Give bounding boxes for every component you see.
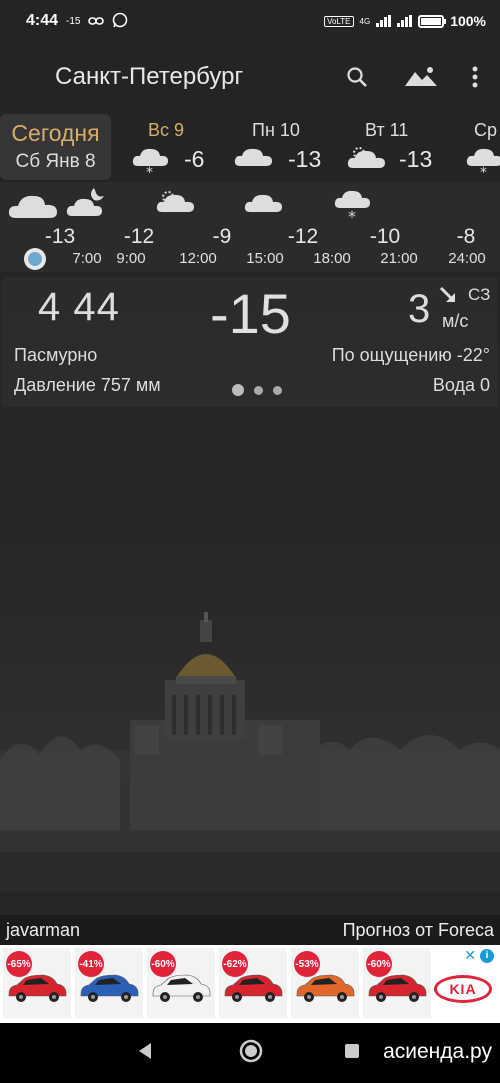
ad-car-card[interactable]: -60% (147, 948, 215, 1018)
ad-banner[interactable]: -65% -41% -60% -62% -53% -60% ✕ i KIA (0, 945, 500, 1023)
credits-bar: javarman Прогноз от Foreca (0, 915, 500, 945)
ad-car-card[interactable]: -65% (3, 948, 71, 1018)
daily-forecast-tabs: Сегодня Сб Янв 8 Вс 9 * -6 Пн 10 -13 Вт … (0, 114, 500, 184)
home-icon[interactable] (239, 1039, 263, 1068)
hour-time: 12:00 (179, 250, 217, 267)
landscape-icon[interactable] (396, 52, 446, 102)
day-tab-sun[interactable]: Вс 9 * -6 (120, 114, 220, 183)
status-temp: -15 (66, 15, 81, 27)
whatsapp-icon (112, 12, 128, 31)
search-icon[interactable] (332, 52, 382, 102)
day-tab-wed[interactable]: Ср * (460, 114, 500, 183)
car-image (224, 974, 283, 1002)
hour-temp: -10 (369, 225, 401, 248)
hour-time: 24:00 (448, 250, 486, 267)
photo-author[interactable]: javarman (6, 920, 80, 941)
day-tab-mon[interactable]: Пн 10 -13 (232, 114, 332, 180)
city-title[interactable]: Санкт-Петербург (55, 63, 243, 91)
ad-car-card[interactable]: -53% (291, 948, 359, 1018)
day-temp: -13 (288, 146, 322, 172)
current-time: 4 44 (38, 285, 120, 329)
battery-icon (418, 14, 447, 28)
day-tab-tue[interactable]: Вт 11 -13 (345, 114, 445, 180)
more-vert-icon[interactable] (450, 52, 500, 102)
partly-cloudy-icon (156, 188, 196, 221)
hour-temp: -9 (212, 225, 232, 248)
ad-close-icon[interactable]: ✕ (464, 947, 476, 964)
day-tab-today[interactable]: Сегодня Сб Янв 8 (0, 114, 111, 180)
night-cloud-icon (66, 186, 110, 225)
status-time: 4:44 (26, 12, 59, 29)
brand-logo: KIA (434, 975, 492, 1003)
current-conditions[interactable]: 4 44 -15 3 СЗ м/с Пасмурно По ощущению -… (2, 277, 498, 407)
hourly-forecast[interactable]: * -13 -12 -9 -12 -10 -8 7:00 9:00 12:00 … (0, 182, 500, 272)
day-name: Сегодня (11, 120, 100, 146)
page-dot-active (232, 384, 244, 396)
day-date: Сб Янв 8 (15, 151, 96, 172)
back-icon[interactable] (136, 1041, 154, 1066)
current-time-marker (24, 248, 46, 270)
water-temp: Вода 0 (432, 375, 490, 395)
battery-percent: 100% (450, 13, 486, 29)
recents-icon[interactable] (344, 1043, 360, 1064)
hour-time: 21:00 (380, 250, 418, 267)
ad-car-card[interactable]: -62% (219, 948, 287, 1018)
car-image (8, 974, 67, 1002)
wind-direction-icon (438, 285, 458, 310)
svg-text:*: * (146, 165, 153, 178)
partly-cloudy-icon (347, 144, 387, 177)
snow-cloud-icon: * (466, 144, 500, 183)
cloud-icon (8, 190, 60, 227)
condition-text: Пасмурно (14, 345, 98, 365)
link-icon (88, 13, 105, 29)
day-temp: -13 (399, 146, 433, 172)
day-name: Вт 11 (365, 120, 409, 140)
snow-cloud-icon: * (334, 186, 374, 231)
page-dot (273, 385, 282, 395)
ad-car-card[interactable]: -60% (363, 948, 431, 1018)
wind-speed: 3 (408, 287, 431, 331)
app-bar: Санкт-Петербург (0, 46, 500, 108)
snow-cloud-icon: * (132, 144, 170, 183)
svg-text:*: * (348, 207, 356, 226)
cathedral-silhouette (0, 612, 500, 915)
feels-like: По ощущению -22° (331, 345, 490, 365)
day-temp: -6 (184, 146, 205, 172)
car-image (80, 974, 139, 1002)
hour-temp: -8 (456, 225, 476, 248)
hour-time: 15:00 (246, 250, 284, 267)
day-name: Вс 9 (148, 120, 185, 140)
volte-icon: VoLTE (324, 15, 354, 27)
page-indicator (232, 384, 282, 396)
forecast-source[interactable]: Прогноз от Foreca (343, 920, 494, 941)
car-image (368, 974, 427, 1002)
adchoices-icon[interactable]: i (480, 949, 494, 963)
page-dot (254, 385, 263, 395)
car-image (296, 974, 355, 1002)
pressure: Давление 757 мм (14, 375, 161, 395)
hour-time: 7:00 (72, 250, 102, 267)
ad-car-card[interactable]: -41% (75, 948, 143, 1018)
watermark: асиенда.ру (383, 1040, 492, 1063)
wind-direction: СЗ (468, 285, 491, 304)
status-bar: 4:44 -15 VoLTE 4G 100% (0, 0, 500, 42)
cloud-icon (234, 144, 274, 175)
hour-temp: -12 (123, 225, 155, 248)
car-image (152, 974, 211, 1002)
hour-temp: -12 (287, 225, 319, 248)
hour-temp: -13 (44, 225, 76, 248)
day-name: Ср (474, 120, 498, 140)
signal-icon (376, 15, 392, 27)
hour-time: 9:00 (116, 250, 146, 267)
cloud-icon (244, 190, 286, 221)
hour-time: 18:00 (313, 250, 351, 267)
network-type: 4G (359, 16, 371, 26)
current-temp: -15 (210, 282, 291, 345)
svg-text:*: * (480, 165, 487, 178)
signal-icon-2 (397, 15, 413, 27)
wind-unit: м/с (442, 311, 469, 331)
day-name: Пн 10 (252, 120, 300, 140)
